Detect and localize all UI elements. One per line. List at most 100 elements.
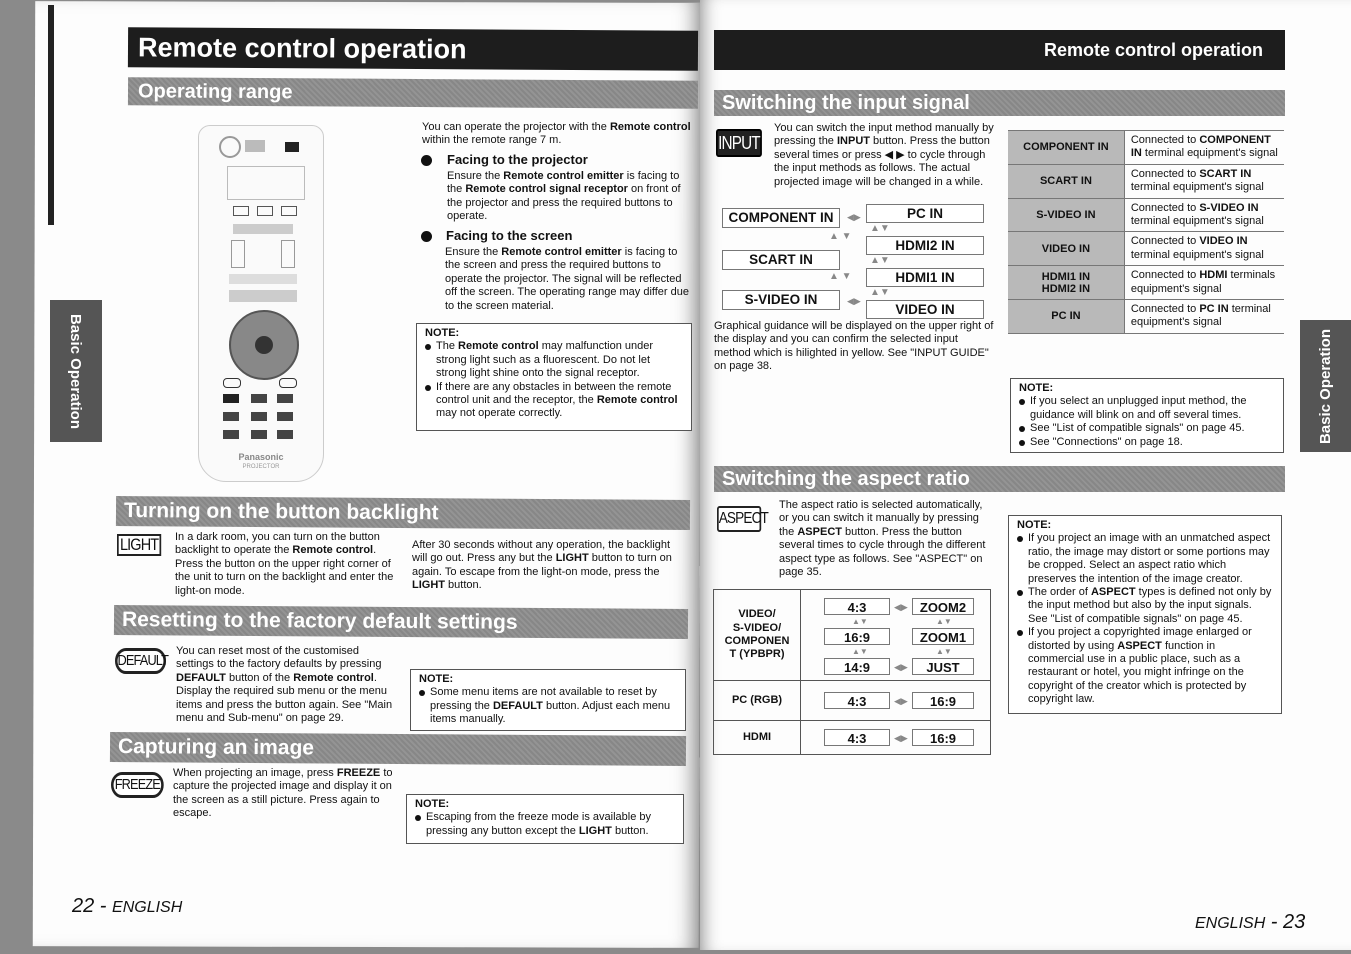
light-button-icon [285, 142, 299, 152]
note-item: The order of ASPECT types is defined not… [1017, 586, 1273, 626]
left-page-header: Remote control operation [127, 27, 699, 71]
aspect-option: ZOOM1 [912, 628, 974, 645]
facing-screen-text: Ensure the Remote control emitter is fac… [445, 246, 689, 312]
aspect-option: 14:9 [824, 658, 890, 675]
brand-logo: Panasonic [238, 452, 284, 462]
note-label: NOTE: [1017, 519, 1052, 531]
directional-pad-icon [229, 310, 299, 380]
vertical-arrow-icon: ▲ ▼ [829, 271, 852, 282]
flow-box-left: COMPONENT IN [722, 208, 840, 228]
right-page-header: Remote control operation [714, 30, 1285, 70]
section-title: Switching the aspect ratio [722, 468, 970, 490]
flow-box-right: HDMI1 IN [866, 268, 984, 287]
input-name-cell: S-VIDEO IN [1008, 197, 1125, 233]
page-number: 22 [72, 895, 95, 917]
operating-range-intro: You can operate the projector with the R… [422, 121, 691, 147]
table-row: COMPONENT IN Connected to COMPONENT IN te… [1008, 130, 1284, 165]
flow-box-right: VIDEO IN [866, 300, 984, 319]
input-description-cell: Connected to VIDEO IN terminal equipment… [1124, 231, 1284, 267]
remote-control-image: Panasonic PROJECTOR [198, 125, 324, 482]
vertical-arrow-icon: ▲▼ [852, 647, 868, 656]
capture-note: NOTE: Escaping from the freeze mode is a… [406, 794, 684, 844]
power-button-icon [219, 136, 241, 158]
binding-mark [48, 5, 54, 225]
input-note: NOTE: If you select an unplugged input m… [1010, 378, 1284, 453]
section-title: Capturing an image [117, 735, 315, 760]
default-key-icon: DEFAULT [115, 648, 169, 674]
facing-screen-heading: Facing to the screen [446, 228, 573, 243]
aspect-row-label: PC (RGB) [714, 681, 801, 721]
input-signal-text: You can switch the input method manually… [774, 122, 994, 188]
footer-language: English [1195, 915, 1266, 932]
aspect-cycle-table: VIDEO/ S-VIDEO/ COMPONEN T (YPBPR) 4:3 ZOO… [713, 589, 991, 755]
left-page-footer: 22 - English [72, 895, 183, 917]
section-title: Resetting to the factory default setting… [121, 608, 518, 634]
vertical-arrow-icon: ▲ ▼ [829, 231, 852, 242]
section-header-operating-range: Operating range [127, 77, 699, 109]
flow-box-left: S-VIDEO IN [722, 290, 840, 310]
aspect-option: JUST [912, 658, 974, 675]
flow-box-right: HDMI2 IN [866, 236, 984, 255]
input-name-cell: VIDEO IN [1008, 231, 1125, 267]
header-title: Remote control operation [137, 32, 467, 65]
table-row: PC IN Connected to PC IN terminal equipme… [1008, 299, 1284, 334]
facing-projector-heading: Facing to the projector [447, 152, 588, 167]
remote-subtitle: PROJECTOR [242, 464, 280, 470]
aspect-note: NOTE: If you project an image with an un… [1008, 515, 1282, 714]
horizontal-arrow-icon: ◀▶ [894, 696, 908, 706]
note-label: NOTE: [419, 673, 454, 685]
display-panel [227, 166, 305, 200]
side-tab-right: Basic Operation [1300, 320, 1351, 452]
bullet-icon [421, 231, 432, 242]
section-header-reset: Resetting to the factory default setting… [113, 604, 689, 640]
note-item: The Remote control may malfunction under… [425, 340, 683, 380]
aspect-key-icon: ASPECT [717, 506, 769, 532]
input-guidance-text: Graphical guidance will be displayed on … [714, 320, 994, 373]
note-label: NOTE: [415, 798, 450, 810]
input-description-cell: Connected to PC IN terminal equipment's … [1124, 299, 1284, 334]
horizontal-arrow-icon: ◀▶ [894, 662, 908, 672]
input-name-cell: HDMI1 IN HDMI2 IN [1008, 265, 1125, 301]
vertical-arrow-icon: ▲▼ [870, 223, 890, 234]
aspect-row-label: VIDEO/ S-VIDEO/ COMPONEN T (YPBPR) [714, 590, 801, 680]
side-tab-left: Basic Operation [50, 300, 102, 442]
input-name-cell: SCART IN [1008, 163, 1125, 199]
table-row: VIDEO IN Connected to VIDEO IN terminal e… [1008, 231, 1284, 267]
note-item: Some menu items are not available to res… [419, 686, 677, 726]
side-tab-label: Basic Operation [67, 313, 85, 429]
horizontal-arrow-icon: ◀▶ [847, 296, 861, 306]
horizontal-arrow-icon: ◀▶ [894, 602, 908, 612]
note-item: If you project an image with an unmatche… [1017, 532, 1273, 586]
input-description-cell: Connected to SCART IN terminal equipment… [1124, 163, 1284, 199]
note-item: See "List of compatible signals" on page… [1019, 422, 1275, 435]
vertical-arrow-icon: ▲▼ [936, 647, 952, 656]
aspect-option: 16:9 [912, 692, 974, 709]
vertical-arrow-icon: ▲▼ [936, 617, 952, 626]
note-label: NOTE: [425, 327, 460, 339]
aspect-row: VIDEO/ S-VIDEO/ COMPONEN T (YPBPR) 4:3 ZOO… [714, 590, 990, 680]
aspect-text: The aspect ratio is selected automatical… [779, 499, 986, 579]
reset-text: You can reset most of the customised set… [176, 645, 393, 725]
reset-note: NOTE: Some menu items are not available … [410, 669, 686, 731]
note-item: Escaping from the freeze mode is availab… [415, 811, 675, 838]
input-name-cell: PC IN [1008, 299, 1125, 334]
input-description-cell: Connected to S-VIDEO IN terminal equipme… [1124, 197, 1284, 233]
aspect-option: ZOOM2 [912, 598, 974, 615]
aspect-option: 4:3 [824, 598, 890, 615]
footer-language: English [112, 899, 183, 916]
input-method-table: COMPONENT IN Connected to COMPONENT IN te… [1008, 130, 1284, 334]
aspect-option: 4:3 [824, 692, 890, 709]
horizontal-arrow-icon: ◀▶ [847, 212, 861, 222]
right-page-footer: English - 23 [1195, 911, 1306, 933]
aspect-option: 16:9 [912, 729, 974, 746]
aspect-option: 4:3 [824, 729, 890, 746]
note-item: If you select an unplugged input method,… [1019, 395, 1275, 422]
vertical-arrow-icon: ▲▼ [852, 617, 868, 626]
section-title: Operating range [137, 80, 293, 104]
aspect-row: HDMI 4:3 16:9 ◀▶ [714, 720, 990, 755]
table-row: S-VIDEO IN Connected to S-VIDEO IN termin… [1008, 197, 1284, 233]
flow-box-right: PC IN [866, 204, 984, 223]
vertical-arrow-icon: ▲▼ [870, 255, 890, 266]
capture-text: When projecting an image, press FREEZE t… [173, 767, 393, 820]
input-name-cell: COMPONENT IN [1008, 130, 1125, 165]
